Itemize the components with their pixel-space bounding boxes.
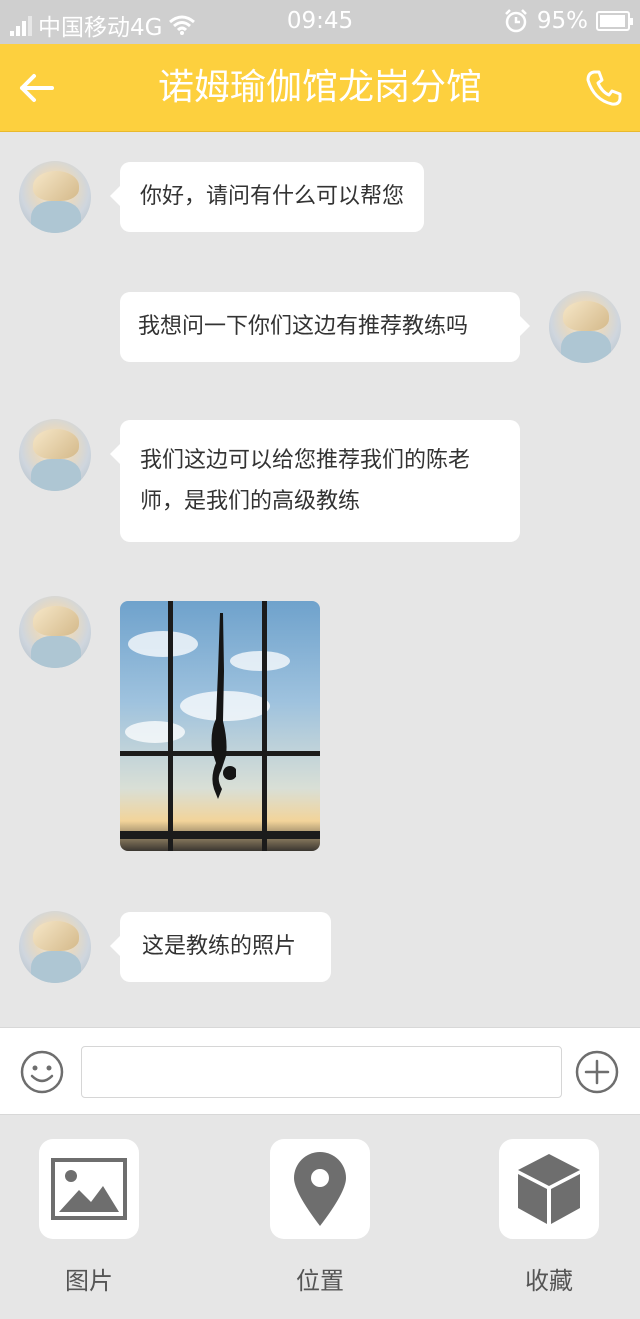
message-text: 你好，请问有什么可以帮您 — [140, 184, 405, 209]
attachment-tray: 图片 位置 收藏 — [0, 1115, 640, 1319]
message-text: 我想问一下你们这边有推荐教练吗 — [138, 314, 469, 339]
avatar[interactable] — [19, 161, 91, 233]
location-pin-icon — [294, 1152, 346, 1226]
plus-circle-icon[interactable] — [574, 1049, 620, 1095]
smiley-icon[interactable] — [19, 1049, 65, 1095]
tray-tile[interactable] — [499, 1139, 599, 1239]
message-bubble[interactable]: 我们这边可以给您推荐我们的陈老师，是我们的高级教练 — [110, 420, 520, 542]
message-bubble[interactable]: 你好，请问有什么可以帮您 — [109, 162, 425, 232]
tray-tile[interactable] — [270, 1139, 370, 1239]
tray-label: 位置 — [296, 1267, 344, 1295]
tray-item-favorites[interactable]: 收藏 — [499, 1139, 599, 1296]
chat-header: 诺姆瑜伽馆龙岗分馆 — [0, 44, 640, 132]
message-input[interactable] — [81, 1046, 562, 1098]
avatar[interactable] — [19, 596, 91, 668]
phone-icon[interactable] — [582, 66, 626, 110]
tray-item-location[interactable]: 位置 — [270, 1139, 370, 1296]
battery-percent: 95% — [536, 8, 588, 34]
box-icon — [518, 1154, 580, 1224]
tray-item-image[interactable]: 图片 — [39, 1139, 139, 1296]
avatar[interactable] — [19, 419, 91, 491]
battery-icon — [596, 11, 633, 31]
message-bubble[interactable]: 这是教练的照片 — [110, 912, 331, 982]
status-bar: 中国移动4G 09:45 95% — [0, 0, 640, 44]
tray-label: 收藏 — [525, 1267, 573, 1295]
message-text: 我们这边可以给您推荐我们的陈老师，是我们的高级教练 — [140, 448, 471, 514]
chat-area[interactable]: 你好，请问有什么可以帮您 我想问一下你们这边有推荐教练吗 我们这边可以给您推荐我… — [0, 132, 640, 1027]
message-text: 这是教练的照片 — [142, 934, 297, 959]
tray-label: 图片 — [65, 1267, 113, 1295]
battery-fill — [600, 15, 625, 27]
avatar[interactable] — [19, 911, 91, 983]
message-bubble[interactable]: 我想问一下你们这边有推荐教练吗 — [120, 292, 530, 362]
alarm-icon — [504, 9, 527, 33]
status-right: 95% — [503, 8, 633, 34]
tray-tile[interactable] — [39, 1139, 139, 1239]
page-title: 诺姆瑜伽馆龙岗分馆 — [157, 67, 482, 108]
input-bar — [0, 1027, 640, 1115]
yoga-handstand-photo[interactable] — [120, 601, 320, 851]
yoga-silhouette — [211, 613, 236, 799]
avatar[interactable] — [549, 291, 621, 363]
image-icon — [51, 1158, 127, 1220]
